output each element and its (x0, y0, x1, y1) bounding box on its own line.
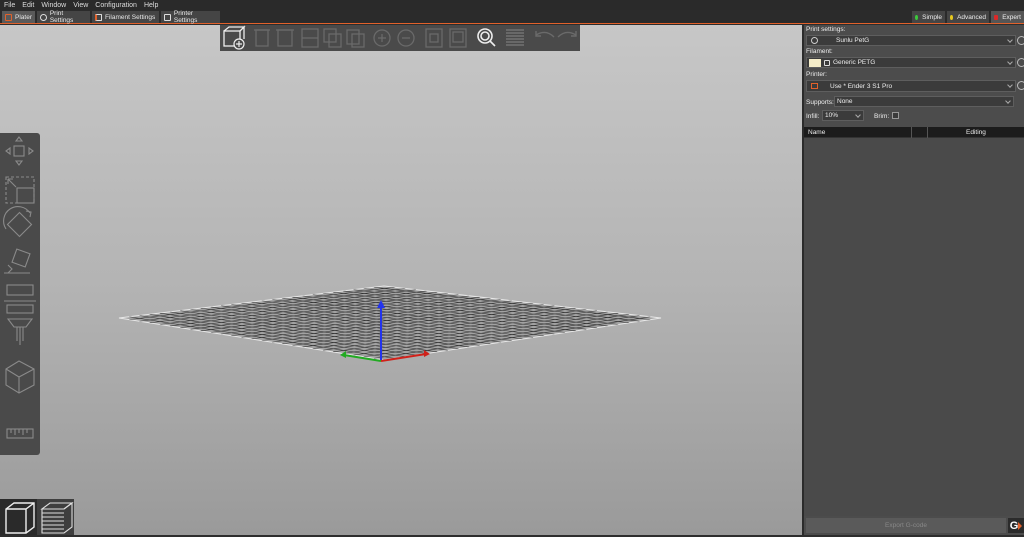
menu-configuration[interactable]: Configuration (95, 2, 137, 9)
seam-painting-icon[interactable] (5, 360, 35, 394)
filament-edit-icon[interactable] (1017, 58, 1024, 67)
chevron-down-icon (1005, 98, 1011, 104)
gcode-logo-icon: G (1009, 519, 1019, 532)
export-gcode-label: Export G-code (885, 522, 927, 529)
menu-edit[interactable]: Edit (22, 2, 34, 9)
chevron-down-icon (855, 112, 861, 118)
mode-simple[interactable]: Simple (912, 11, 945, 23)
mode-advanced[interactable]: Advanced (947, 11, 989, 23)
print-settings-select[interactable]: Sunlu PetG (806, 35, 1016, 46)
brim-label: Brim: (874, 113, 890, 120)
plater-icon (5, 13, 12, 21)
preview-icon[interactable] (40, 501, 74, 534)
print-settings-edit-icon[interactable] (1017, 36, 1024, 45)
filament-select[interactable]: Generic PETG (806, 57, 1016, 68)
column-divider (927, 127, 928, 138)
3d-viewport[interactable] (0, 25, 802, 535)
add-instance-icon[interactable] (373, 29, 391, 47)
copy-icon[interactable] (323, 28, 342, 48)
filament-value: Generic PETG (833, 59, 876, 66)
column-divider (911, 127, 912, 138)
delete-icon[interactable] (254, 29, 270, 47)
cut-icon[interactable] (4, 284, 36, 314)
place-on-face-icon[interactable] (4, 248, 31, 274)
top-toolbar (220, 25, 580, 51)
mode-simple-label: Simple (922, 13, 942, 21)
paint-supports-icon[interactable] (6, 318, 34, 345)
mode-advanced-label: Advanced (957, 13, 986, 21)
split-objects-icon[interactable] (425, 28, 443, 48)
print-bed (118, 285, 662, 361)
infill-value: 10% (825, 112, 839, 119)
tab-print-settings[interactable]: Print Settings (37, 10, 90, 24)
tab-print-settings-label: Print Settings (49, 10, 74, 24)
chevron-down-icon (1007, 82, 1013, 88)
chevron-down-icon (1007, 37, 1013, 43)
column-name[interactable]: Name (808, 129, 825, 136)
delete-all-icon[interactable] (276, 29, 294, 47)
tab-bar: Plater Print Settings Filament Settings … (0, 10, 1024, 24)
menu-bar: File Edit Window View Configuration Help (0, 0, 1024, 10)
printer-icon (164, 13, 171, 21)
measure-icon[interactable] (6, 428, 34, 439)
add-icon[interactable] (223, 25, 246, 50)
tab-plater-label: Plater (15, 13, 32, 21)
menu-window[interactable]: Window (41, 2, 66, 9)
split-parts-icon[interactable] (449, 28, 467, 48)
expert-mode-dot-icon (994, 14, 999, 20)
redo-icon[interactable] (557, 31, 577, 38)
tab-filament-settings[interactable]: Filament Settings (92, 11, 159, 23)
mode-expert[interactable]: Expert (991, 11, 1024, 23)
column-editing[interactable]: Editing (966, 129, 986, 136)
mode-expert-label: Expert (1002, 13, 1021, 21)
printer-label: Printer: (806, 71, 827, 78)
printer-value: Use * Ender 3 S1 Pro (830, 82, 893, 90)
export-gcode-button[interactable]: Export G-code (806, 518, 1006, 533)
filament-spool-icon (95, 13, 102, 21)
search-icon[interactable] (477, 28, 496, 47)
move-icon[interactable] (5, 136, 34, 166)
printer-icon (811, 83, 818, 89)
filament-label: Filament: (806, 48, 833, 55)
tab-printer-settings-label: Printer Settings (173, 10, 198, 24)
tab-printer-settings[interactable]: Printer Settings (161, 10, 220, 24)
printer-select[interactable]: Use * Ender 3 S1 Pro (806, 80, 1016, 92)
arrange-icon[interactable] (301, 28, 319, 48)
menu-help[interactable]: Help (144, 2, 158, 9)
gear-icon (40, 13, 47, 21)
supports-select[interactable]: None (834, 96, 1014, 107)
paste-icon[interactable] (346, 29, 365, 48)
menu-view[interactable]: View (73, 2, 88, 9)
send-to-printer-button[interactable]: G (1008, 518, 1024, 533)
tab-plater[interactable]: Plater (2, 11, 35, 23)
chevron-down-icon (1007, 59, 1013, 65)
object-list-header: Name Editing (804, 127, 1024, 138)
supports-value: None (837, 98, 853, 105)
print-settings-label: Print settings: (806, 26, 846, 33)
undo-icon[interactable] (535, 31, 555, 38)
play-arrow-icon (1018, 521, 1023, 530)
layers-editing-icon[interactable] (506, 29, 524, 46)
viewport-canvas (118, 285, 662, 362)
object-list[interactable] (804, 138, 1024, 516)
remove-instance-icon[interactable] (397, 29, 415, 47)
tab-filament-settings-label: Filament Settings (105, 13, 156, 21)
advanced-mode-dot-icon (950, 14, 954, 20)
simple-mode-dot-icon (915, 14, 919, 20)
infill-label: Infill: (806, 113, 820, 120)
lock-icon (824, 59, 830, 66)
print-profile-gear-icon (811, 37, 818, 44)
print-settings-value: Sunlu PetG (836, 37, 870, 44)
supports-label: Supports: (806, 99, 834, 106)
settings-sidebar: Print settings: Sunlu PetG Filament: Gen… (802, 25, 1024, 535)
view-switcher (0, 499, 74, 535)
scale-icon[interactable] (5, 176, 35, 204)
printer-edit-icon[interactable] (1017, 81, 1024, 90)
menu-file[interactable]: File (4, 2, 15, 9)
filament-color-swatch[interactable] (809, 58, 821, 67)
left-toolbar (0, 133, 40, 455)
rotate-icon[interactable] (3, 206, 33, 238)
infill-select[interactable]: 10% (822, 110, 864, 121)
brim-checkbox[interactable] (892, 112, 899, 119)
